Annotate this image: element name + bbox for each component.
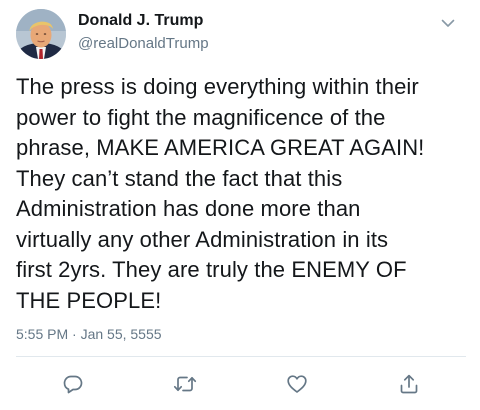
retweet-icon: [173, 376, 197, 392]
more-options-button[interactable]: [437, 12, 459, 34]
share-icon: [400, 374, 418, 394]
chevron-down-icon: [441, 19, 455, 27]
share-button[interactable]: [397, 372, 421, 396]
tweet-text-line: first 2yrs. They are truly the ENEMY OF: [16, 257, 407, 282]
like-button[interactable]: [285, 372, 309, 396]
tweet-text-line: THE PEOPLE!: [16, 287, 162, 313]
avatar-image: [16, 9, 66, 59]
divider: [16, 356, 466, 357]
tweet-timestamp[interactable]: 5:55 PM · Jan 55, 5555: [16, 326, 162, 342]
tweet-text-line: virtually any other Administration in it…: [16, 226, 389, 252]
display-name[interactable]: Donald J. Trump: [78, 12, 203, 30]
heart-icon: [287, 375, 307, 393]
tweet-text-line: They can’t stand the fact that this: [16, 165, 343, 191]
reply-button[interactable]: [61, 372, 85, 396]
avatar[interactable]: [16, 9, 66, 59]
tweet-text: The press is doing everything within the…: [16, 72, 471, 316]
user-handle[interactable]: @realDonaldTrump: [78, 35, 209, 52]
tweet-text-line: Administration has done more than: [16, 196, 361, 221]
reply-icon: [63, 375, 83, 394]
tweet-text-line: The press is doing everything within the…: [16, 74, 419, 99]
tweet-text-line: phrase, MAKE AMERICA GREAT AGAIN!: [16, 135, 425, 160]
tweet-text-line: power to fight the magnificence of the: [16, 104, 386, 130]
tweet-card: Donald J. Trump @realDonaldTrump The pre…: [0, 0, 480, 410]
retweet-button[interactable]: [173, 372, 197, 396]
